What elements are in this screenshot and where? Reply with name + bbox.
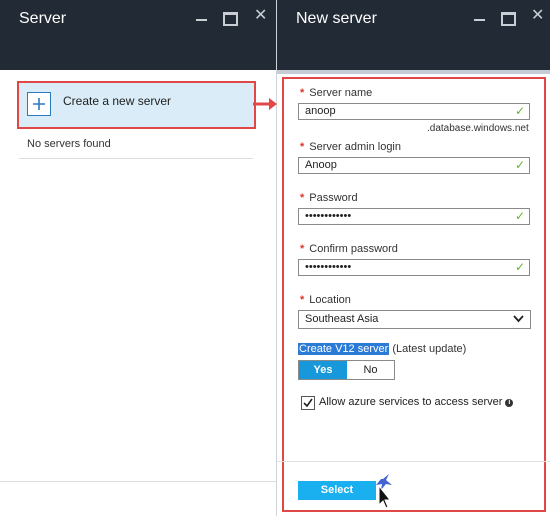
empty-list-message: No servers found [27, 138, 111, 150]
maximize-icon[interactable] [223, 12, 238, 26]
server-name-input[interactable]: anoop ✓ [298, 103, 530, 120]
allow-azure-checkbox[interactable] [301, 396, 315, 410]
confirm-password-value: •••••••••••• [305, 261, 352, 273]
check-icon: ✓ [514, 158, 525, 172]
location-label: * Location [300, 294, 351, 306]
check-icon: ✓ [514, 260, 525, 274]
v12-no-option[interactable]: No [347, 361, 394, 379]
server-blade-header: Server ✕ [0, 0, 276, 70]
location-select[interactable]: Southeast Asia [298, 310, 531, 329]
blade-title: New server [296, 10, 377, 27]
cursor-icon [376, 474, 392, 509]
location-value: Southeast Asia [305, 313, 379, 325]
check-icon: ✓ [514, 209, 525, 223]
v12-server-label: Create V12 server (Latest update) [298, 343, 467, 355]
blade-title: Server [19, 10, 67, 27]
plus-icon [27, 92, 51, 116]
check-icon: ✓ [514, 104, 525, 118]
allow-azure-label: Allow azure services to access server i [319, 396, 514, 408]
server-name-label: * Server name [300, 87, 373, 99]
server-blade: Server ✕ Create a new server No servers … [0, 0, 277, 516]
password-label: * Password [300, 192, 358, 204]
server-name-suffix: .database.windows.net [427, 123, 529, 134]
create-new-server-button[interactable]: Create a new server [17, 81, 256, 129]
password-value: •••••••••••• [305, 210, 352, 222]
divider [0, 481, 276, 482]
blade-scroll-strip [277, 70, 550, 74]
divider [277, 461, 550, 462]
maximize-icon[interactable] [501, 12, 516, 26]
v12-toggle[interactable]: Yes No [298, 360, 395, 380]
close-icon[interactable]: ✕ [254, 8, 267, 24]
v12-yes-option[interactable]: Yes [299, 361, 347, 379]
chevron-down-icon [513, 315, 524, 323]
server-name-value: anoop [305, 105, 336, 117]
close-icon[interactable]: ✕ [531, 8, 544, 24]
new-server-blade-header: New server ✕ [277, 0, 550, 70]
new-server-blade: New server ✕ * Server name anoop ✓ .datab… [277, 0, 550, 516]
select-button[interactable]: Select [298, 481, 376, 500]
arrow-right-icon [253, 98, 277, 110]
minimize-icon[interactable] [474, 8, 486, 24]
confirm-password-input[interactable]: •••••••••••• ✓ [298, 259, 530, 276]
confirm-password-label: * Confirm password [300, 243, 398, 255]
admin-login-input[interactable]: Anoop ✓ [298, 157, 530, 174]
admin-login-value: Anoop [305, 159, 337, 171]
admin-login-label: * Server admin login [300, 141, 401, 153]
password-input[interactable]: •••••••••••• ✓ [298, 208, 530, 225]
info-icon[interactable]: i [505, 399, 514, 407]
create-new-server-label: Create a new server [63, 94, 172, 108]
check-icon [303, 398, 313, 408]
minimize-icon[interactable] [196, 8, 208, 24]
divider [19, 158, 253, 159]
